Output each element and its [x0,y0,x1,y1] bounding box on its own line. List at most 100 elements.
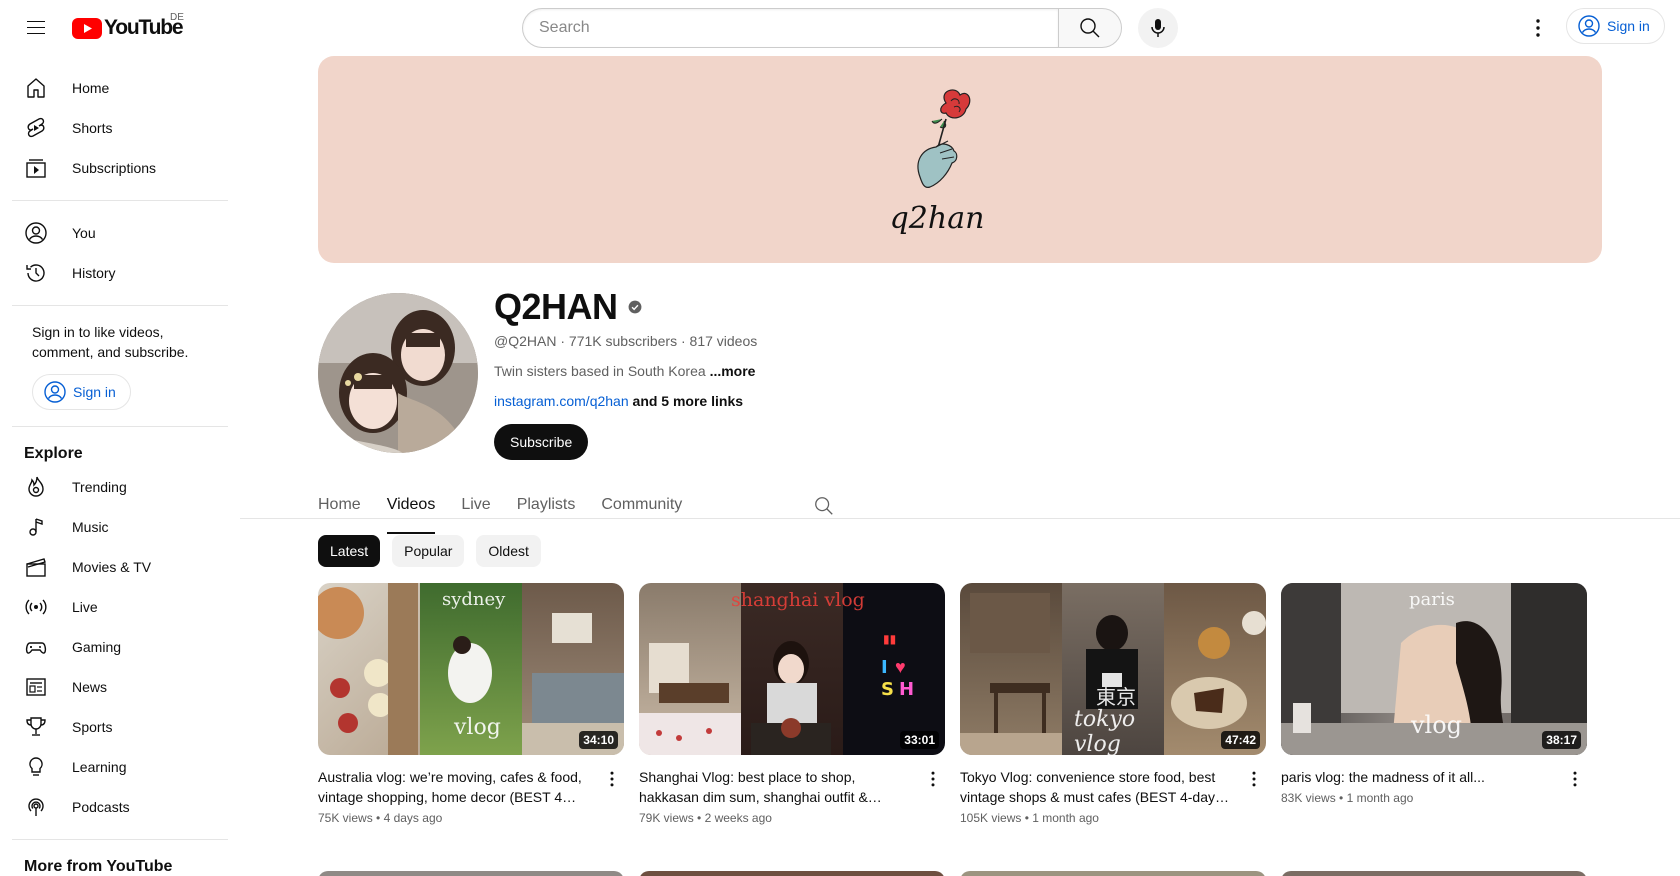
music-icon [24,515,48,539]
sidebar-item-history[interactable]: History [12,253,228,293]
channel-description[interactable]: Twin sisters based in South Korea ...mor… [494,363,755,379]
video-thumbnail[interactable]: 東京 tokyo vlog 47:42 [960,583,1266,755]
upload-age: 4 days ago [383,811,443,825]
view-count: 83K views [1281,791,1336,805]
video-details: Shanghai Vlog: best place to shop, hakka… [639,767,945,825]
chip-popular[interactable]: Popular [392,535,465,567]
thumbnail-segment [318,583,420,755]
video-details: Australia vlog: we’re moving, cafes & fo… [318,767,624,825]
more-links-button[interactable]: and 5 more links [633,393,743,409]
view-count: 79K views [639,811,694,825]
video-details: Tokyo Vlog: convenience store food, best… [960,767,1266,825]
sidebar-item-gaming[interactable]: Gaming [12,627,228,667]
sidebar-item-label: Sports [72,719,113,735]
banner-logo-text: q2han [890,201,985,236]
sidebar-item-label: Home [72,80,110,96]
sidebar-item-learning[interactable]: Learning [12,747,228,787]
youtube-logo[interactable]: YouTube [72,16,184,39]
sidebar-item-movies[interactable]: Movies & TV [12,547,228,587]
search-input[interactable] [539,19,1058,37]
gaming-icon [24,635,48,659]
video-thumbnail[interactable]: sydney vlog 34:10 [318,583,624,755]
sidebar-sign-in-button[interactable]: Sign in [32,374,131,410]
sidebar-item-shorts[interactable]: Shorts [12,108,228,148]
sidebar-item-live[interactable]: Live [12,587,228,627]
subscriptions-icon [24,156,48,180]
sidebar-item-label: Movies & TV [72,559,152,575]
sidebar-item-home[interactable]: Home [12,68,228,108]
svg-text:H: H [899,679,914,700]
video-thumbnail-partial[interactable] [1281,871,1587,876]
sidebar-item-label: Learning [72,759,127,775]
chip-oldest[interactable]: Oldest [476,535,541,567]
country-code: DE [170,12,184,23]
search-bar [522,8,1122,48]
menu-icon[interactable] [16,8,56,48]
sidebar-item-label: Gaming [72,639,122,655]
video-thumbnail[interactable]: paris vlog 38:17 [1281,583,1587,755]
video-thumbnail-partial[interactable] [639,871,945,876]
video-title[interactable]: Shanghai Vlog: best place to shop, hakka… [639,767,919,807]
instagram-link[interactable]: instagram.com/q2han [494,393,629,409]
subscribe-button[interactable]: Subscribe [494,424,589,460]
sidebar-item-news[interactable]: News [12,667,228,707]
tabs-divider [240,518,1680,519]
channel-search-button[interactable] [810,492,838,520]
video-more-button[interactable] [1242,767,1266,791]
video-title[interactable]: paris vlog: the madness of it all... [1281,767,1561,787]
video-card: 東京 tokyo vlog 47:42 Tokyo Vlog: convenie… [960,583,1266,825]
thumbnail-segment: 東京 tokyo vlog [1062,583,1164,755]
sidebar-main-section: Home Shorts Subscriptions [12,56,228,201]
sort-chips: Latest Popular Oldest [318,535,541,567]
sidebar-item-subscriptions[interactable]: Subscriptions [12,148,228,188]
sidebar-item-label: Podcasts [72,799,130,815]
sidebar-signin-section: Sign in to like videos, comment, and sub… [12,306,228,427]
news-icon [24,675,48,699]
sidebar-item-music[interactable]: Music [12,507,228,547]
live-icon [24,595,48,619]
tab-home[interactable]: Home [318,486,361,534]
description-more-link[interactable]: ...more [710,363,756,379]
sidebar-item-label: Trending [72,479,127,495]
tab-videos[interactable]: Videos [386,486,435,534]
tab-community[interactable]: Community [601,486,682,534]
voice-search-button[interactable] [1138,8,1178,48]
sidebar-item-sports[interactable]: Sports [12,707,228,747]
sidebar-item-label: Music [72,519,109,535]
subscriber-count: 771K subscribers [568,333,678,349]
video-more-button[interactable] [921,767,945,791]
thumbnail-overlay-bottom: vlog [454,715,501,740]
video-more-button[interactable] [600,767,624,791]
svg-text:♥: ♥ [895,657,906,677]
video-thumbnail[interactable]: ▮▮ I ♥ S H shanghai vlog 33:01 [639,583,945,755]
thumbnail-overlay-top: paris [1409,589,1455,610]
verified-badge-icon [628,300,641,314]
sidebar-explore-section: Explore Trending Music Movies & TV Live … [12,427,228,840]
sidebar-item-label: News [72,679,108,695]
sidebar-item-you[interactable]: You [12,213,228,253]
search-button[interactable] [1058,8,1122,48]
tab-live[interactable]: Live [461,486,490,534]
tab-playlists[interactable]: Playlists [517,486,576,534]
svg-text:I: I [881,657,888,678]
video-title[interactable]: Australia vlog: we’re moving, cafes & fo… [318,767,598,807]
trophy-icon [24,715,48,739]
video-card: paris vlog 38:17 paris vlog: the madness… [1281,583,1587,805]
channel-links: instagram.com/q2han and 5 more links [494,393,743,409]
settings-more-button[interactable] [1518,8,1558,48]
channel-avatar [318,293,478,453]
upload-age: 2 weeks ago [704,811,772,825]
video-duration: 47:42 [1221,731,1260,749]
next-row-thumbnails [318,871,1602,876]
video-more-button[interactable] [1563,767,1587,791]
chip-latest[interactable]: Latest [318,535,381,567]
thumbnail-segment [1164,583,1266,755]
video-thumbnail-partial[interactable] [318,871,624,876]
sidebar-item-trending[interactable]: Trending [12,467,228,507]
video-title[interactable]: Tokyo Vlog: convenience store food, best… [960,767,1240,807]
sign-in-button[interactable]: Sign in [1566,8,1665,44]
sidebar-item-podcasts[interactable]: Podcasts [12,787,228,827]
video-meta: 79K views • 2 weeks ago [639,811,772,825]
more-vert-icon [1573,771,1577,787]
video-thumbnail-partial[interactable] [960,871,1266,876]
